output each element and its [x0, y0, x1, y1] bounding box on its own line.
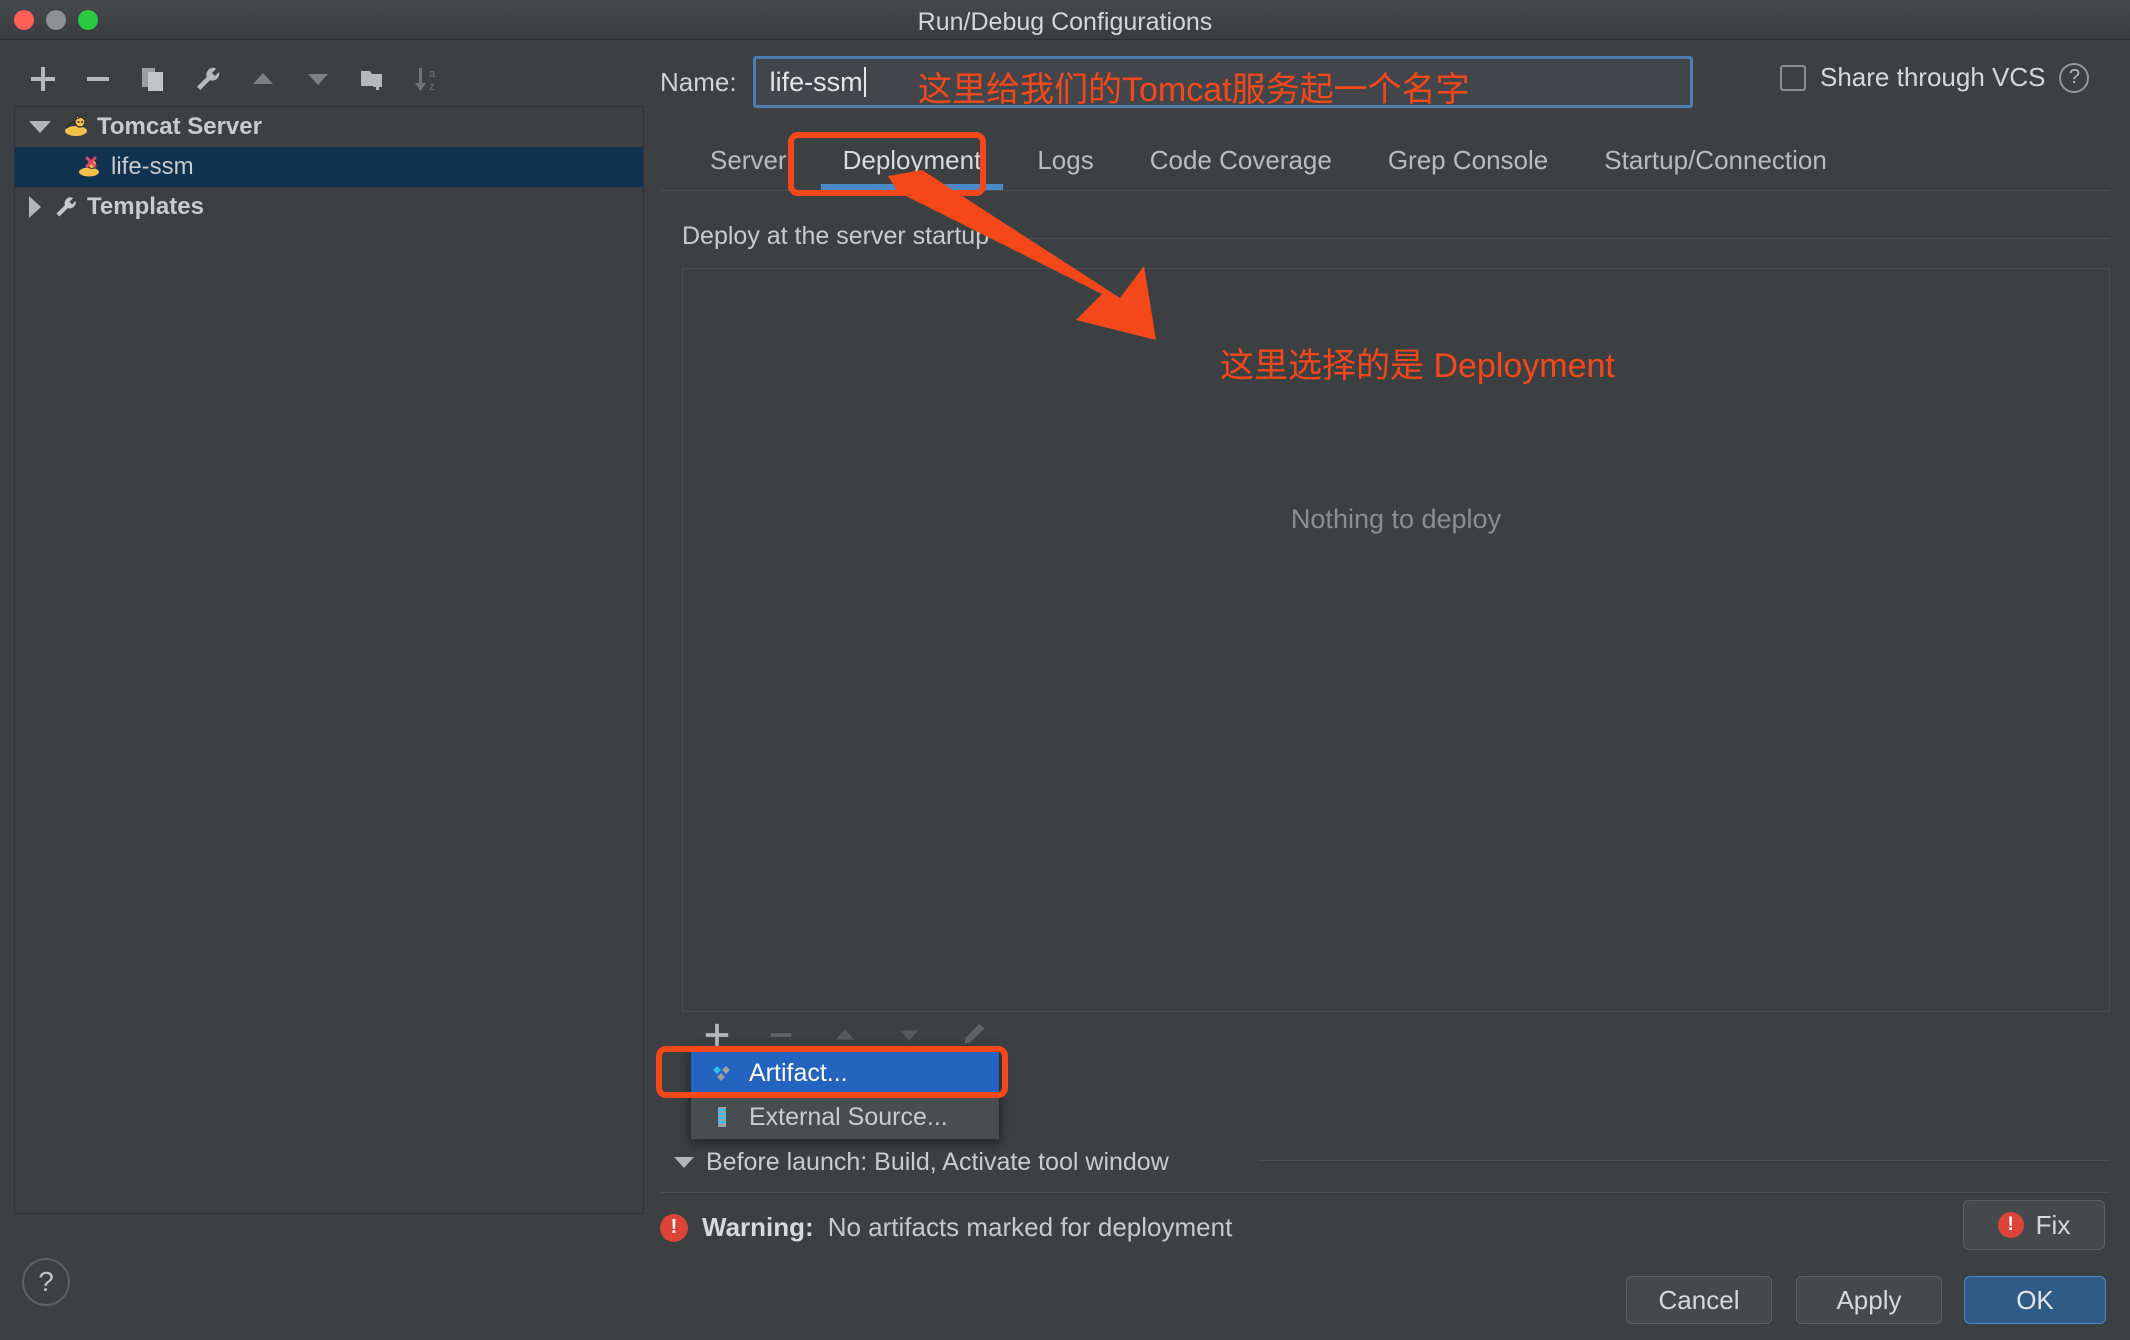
new-folder-icon[interactable] — [356, 62, 389, 96]
sort-alphabetically-icon[interactable]: az — [411, 62, 444, 96]
move-up-icon[interactable] — [246, 62, 279, 96]
wrench-icon — [53, 194, 79, 220]
before-launch-row[interactable]: Before launch: Build, Activate tool wind… — [674, 1148, 1169, 1177]
warning-text: No artifacts marked for deployment — [828, 1212, 1233, 1243]
cancel-button[interactable]: Cancel — [1626, 1276, 1772, 1324]
warning-label: Warning: — [702, 1212, 814, 1243]
tab-grep-console[interactable]: Grep Console — [1360, 135, 1576, 190]
chevron-down-icon[interactable] — [674, 1157, 694, 1168]
apply-button[interactable]: Apply — [1796, 1276, 1942, 1324]
share-vcs-help-icon[interactable]: ? — [2059, 63, 2089, 93]
tree-item-life-ssm[interactable]: life-ssm — [15, 147, 643, 187]
text-caret — [864, 67, 866, 97]
configurations-toolbar: az — [14, 52, 444, 106]
share-vcs-label: Share through VCS — [1820, 62, 2045, 93]
name-label: Name: — [660, 67, 737, 98]
share-vcs-checkbox[interactable] — [1780, 65, 1806, 91]
tree-item-label: life-ssm — [111, 153, 194, 181]
expand-collapse-icon[interactable] — [29, 121, 51, 133]
svg-text:z: z — [429, 81, 435, 93]
tree-item-tomcat-server[interactable]: Tomcat Server — [15, 107, 643, 147]
tab-startup-connection[interactable]: Startup/Connection — [1576, 135, 1855, 190]
help-button[interactable]: ? — [22, 1258, 70, 1306]
fix-button[interactable]: ! Fix — [1963, 1200, 2105, 1250]
remove-icon[interactable] — [81, 62, 114, 96]
annotation-deployment-note: 这里选择的是 Deployment — [1220, 338, 1615, 387]
empty-state-text: Nothing to deploy — [683, 504, 2109, 535]
bulb-error-icon: ! — [1998, 1212, 2024, 1238]
annotation-name-note: 这里给我们的Tomcat服务起一个名字 — [918, 62, 1470, 111]
share-through-vcs-row: Share through VCS ? — [1780, 62, 2089, 93]
tomcat-icon — [63, 114, 89, 140]
window-title: Run/Debug Configurations — [0, 8, 2130, 37]
edit-templates-icon[interactable] — [191, 62, 224, 96]
tree-item-templates[interactable]: Templates — [15, 187, 643, 227]
ok-button[interactable]: OK — [1964, 1276, 2106, 1324]
name-input-value: life-ssm — [770, 67, 863, 98]
annotation-highlight-artifact-item — [656, 1046, 1008, 1098]
external-source-icon — [709, 1104, 735, 1130]
before-launch-label: Before launch: Build, Activate tool wind… — [706, 1148, 1169, 1177]
copy-icon[interactable] — [136, 62, 169, 96]
bottom-divider — [660, 1192, 2110, 1193]
annotation-arrow — [880, 170, 1240, 350]
tree-item-label: Tomcat Server — [97, 113, 262, 141]
move-down-icon[interactable] — [301, 62, 334, 96]
menu-item-label: External Source... — [749, 1103, 948, 1132]
error-icon: ! — [660, 1214, 688, 1242]
warning-row: ! Warning: No artifacts marked for deplo… — [660, 1212, 1232, 1243]
tree-item-label: Templates — [87, 193, 204, 221]
expand-collapse-icon[interactable] — [29, 196, 41, 218]
fix-button-label: Fix — [2036, 1210, 2071, 1241]
window-titlebar: Run/Debug Configurations — [0, 0, 2130, 40]
menu-item-external-source[interactable]: External Source... — [691, 1095, 999, 1139]
svg-text:a: a — [429, 68, 436, 80]
tomcat-config-icon — [77, 154, 103, 180]
add-icon[interactable] — [26, 62, 59, 96]
before-launch-divider — [1258, 1160, 2110, 1161]
configurations-tree[interactable]: Tomcat Server life-ssm Templates — [14, 106, 644, 1214]
